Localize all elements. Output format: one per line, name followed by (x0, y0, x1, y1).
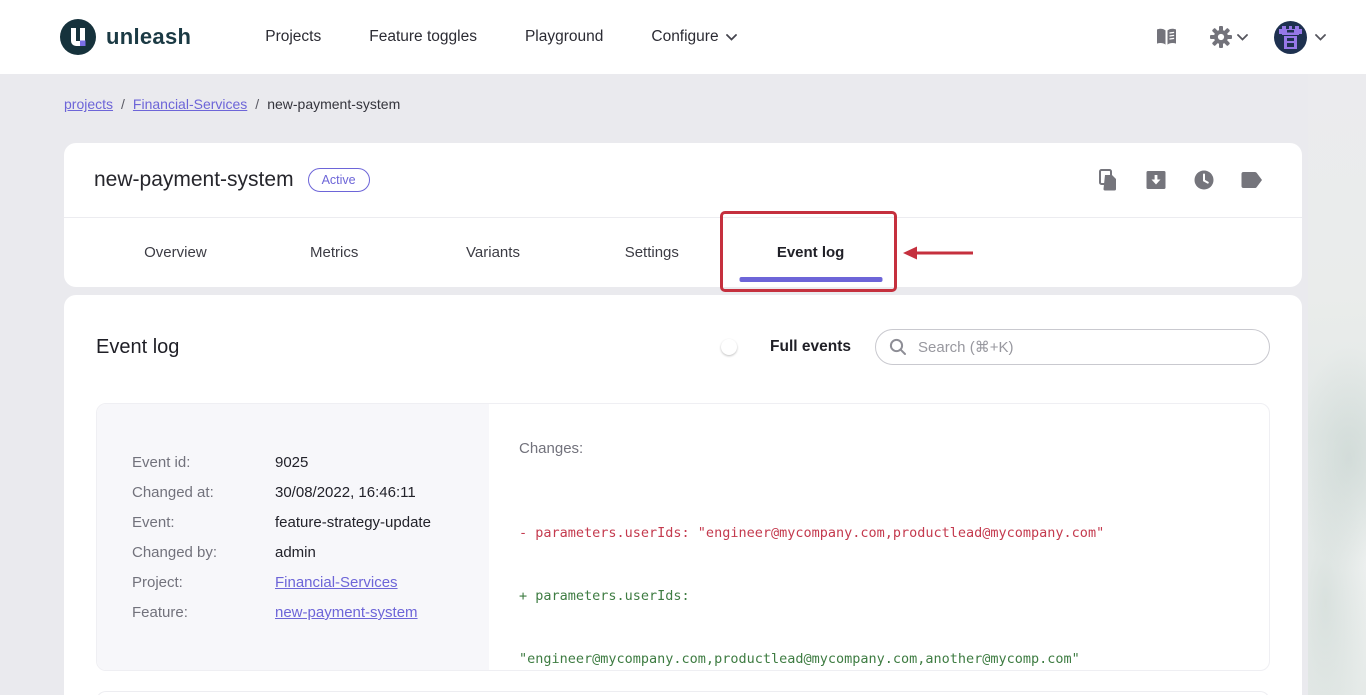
meta-label: Event id: (132, 454, 275, 472)
tag-icon[interactable] (1232, 160, 1272, 200)
docs-book-icon[interactable] (1148, 20, 1185, 54)
event-type-value: feature-strategy-update (275, 514, 431, 532)
meta-row-project: Project: Financial-Services (132, 574, 489, 592)
meta-row-event-id: Event id: 9025 (132, 454, 489, 472)
feature-link[interactable]: new-payment-system (275, 604, 418, 622)
event-log-card: Event log Full events Event id: 9025 Cha… (64, 295, 1302, 695)
tab-settings[interactable]: Settings (572, 218, 731, 287)
status-badge: Active (308, 168, 370, 192)
changed-at-value: 30/08/2022, 16:46:11 (275, 484, 416, 502)
archive-icon[interactable] (1136, 160, 1176, 200)
top-navbar: unleash Projects Feature toggles Playgro… (0, 0, 1366, 74)
meta-row-event-type: Event: feature-strategy-update (132, 514, 489, 532)
tab-event-log[interactable]: Event log (731, 218, 890, 287)
search-input[interactable] (875, 329, 1270, 365)
breadcrumb: projects / Financial-Services / new-paym… (64, 96, 400, 112)
diff-removed-line: - parameters.userIds: "engineer@mycompan… (519, 523, 1239, 544)
meta-row-changed-by: Changed by: admin (132, 544, 489, 562)
page-title: new-payment-system (94, 168, 294, 192)
event-id-value: 9025 (275, 454, 308, 472)
toggle-switch[interactable] (719, 338, 758, 357)
next-event-entry-partial (96, 691, 1270, 695)
breadcrumb-current: new-payment-system (267, 96, 400, 112)
diff-added-line: + parameters.userIds: (519, 586, 1239, 607)
meta-label: Changed by: (132, 544, 275, 562)
meta-label: Project: (132, 574, 275, 592)
tab-metrics-label: Metrics (310, 244, 358, 261)
changes-label: Changes: (519, 440, 1239, 457)
chevron-down-icon (726, 34, 737, 41)
chevron-down-icon (1237, 34, 1248, 41)
copy-icon[interactable] (1088, 160, 1128, 200)
meta-row-feature: Feature: new-payment-system (132, 604, 489, 622)
tab-metrics[interactable]: Metrics (255, 218, 414, 287)
navbar-right (1148, 20, 1326, 54)
feature-actions (1088, 160, 1272, 200)
breadcrumb-financial-services[interactable]: Financial-Services (133, 96, 247, 112)
breadcrumb-projects[interactable]: projects (64, 96, 113, 112)
nav-item-feature-toggles[interactable]: Feature toggles (369, 28, 477, 46)
background-texture (1308, 74, 1366, 695)
feature-header-card: new-payment-system Active (64, 143, 1302, 287)
diff-added-line: "engineer@mycompany.com,productlead@myco… (519, 649, 1239, 670)
event-log-entry: Event id: 9025 Changed at: 30/08/2022, 1… (96, 403, 1270, 671)
nav-item-projects[interactable]: Projects (265, 28, 321, 46)
event-log-header: Event log Full events (64, 295, 1302, 365)
active-tab-indicator (739, 277, 882, 282)
history-icon[interactable] (1184, 160, 1224, 200)
nav-item-configure[interactable]: Configure (651, 28, 736, 46)
breadcrumb-separator: / (255, 96, 259, 112)
nav-item-playground[interactable]: Playground (525, 28, 603, 46)
event-diff: - parameters.userIds: "engineer@mycompan… (519, 481, 1239, 671)
full-events-toggle[interactable]: Full events (719, 338, 851, 357)
project-link[interactable]: Financial-Services (275, 574, 398, 592)
meta-label: Event: (132, 514, 275, 532)
feature-tabs: Overview Metrics Variants Settings Event… (64, 217, 1302, 287)
nav-item-configure-label: Configure (651, 28, 718, 46)
unleash-logo[interactable]: unleash (60, 19, 191, 55)
profile-menu-button[interactable] (1274, 21, 1326, 54)
feature-title-row: new-payment-system Active (64, 143, 1302, 217)
tab-overview-label: Overview (144, 244, 207, 261)
brand-name: unleash (106, 24, 191, 50)
settings-gear-icon (1209, 25, 1233, 49)
unleash-logo-icon (60, 19, 96, 55)
user-avatar (1274, 21, 1307, 54)
changed-by-value: admin (275, 544, 316, 562)
settings-menu-button[interactable] (1209, 25, 1248, 49)
main-nav: Projects Feature toggles Playground Conf… (265, 28, 736, 46)
event-meta-panel: Event id: 9025 Changed at: 30/08/2022, 1… (97, 404, 489, 670)
event-changes-panel: Changes: - parameters.userIds: "engineer… (489, 404, 1269, 670)
meta-label: Feature: (132, 604, 275, 622)
meta-label: Changed at: (132, 484, 275, 502)
tab-variants[interactable]: Variants (414, 218, 573, 287)
toggle-thumb (721, 339, 737, 355)
event-log-title: Event log (96, 336, 179, 359)
chevron-down-icon (1315, 34, 1326, 41)
search-icon (889, 338, 907, 356)
tab-event-log-label: Event log (777, 244, 845, 261)
search-box (875, 329, 1270, 365)
tab-variants-label: Variants (466, 244, 520, 261)
full-events-label: Full events (770, 338, 851, 356)
tab-settings-label: Settings (625, 244, 679, 261)
breadcrumb-separator: / (121, 96, 125, 112)
meta-row-changed-at: Changed at: 30/08/2022, 16:46:11 (132, 484, 489, 502)
tab-overview[interactable]: Overview (96, 218, 255, 287)
